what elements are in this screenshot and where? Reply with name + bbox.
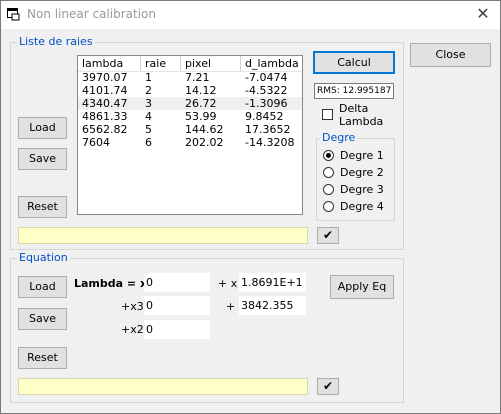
x2-label: +x2 bbox=[121, 323, 144, 336]
cell-lambda: 6562.82 bbox=[82, 123, 128, 136]
cell-pixel: 144.62 bbox=[185, 123, 224, 136]
delta-lambda-checkbox[interactable] bbox=[322, 109, 333, 120]
liste-reset-button[interactable]: Reset bbox=[18, 196, 67, 218]
cell-lambda: 4861.33 bbox=[82, 110, 128, 123]
equation-load-button[interactable]: Load bbox=[18, 276, 67, 298]
degre-4-label: Degre 4 bbox=[340, 200, 384, 213]
column-header-d-lambda[interactable]: d_lambda bbox=[241, 56, 302, 71]
cell-raie: 2 bbox=[145, 84, 152, 97]
degre-2-radio[interactable] bbox=[323, 167, 334, 178]
x4-label: Lambda = x4 bbox=[74, 277, 155, 290]
liste-apply-check-button[interactable]: ✔ bbox=[317, 227, 339, 244]
cell-pixel: 53.99 bbox=[185, 110, 217, 123]
cell-d-lambda: -1.3096 bbox=[245, 97, 288, 110]
cell-lambda: 7604 bbox=[82, 136, 110, 149]
constant-label: + bbox=[226, 300, 236, 313]
cell-pixel: 7.21 bbox=[185, 71, 210, 84]
cell-d-lambda: -4.5322 bbox=[245, 84, 288, 97]
close-button[interactable]: Close bbox=[410, 43, 491, 67]
cell-d-lambda: 9.8452 bbox=[245, 110, 284, 123]
title-bar: Non linear calibration ✕ bbox=[1, 1, 500, 29]
x3-label: +x3 bbox=[121, 300, 144, 313]
cell-pixel: 202.02 bbox=[185, 136, 224, 149]
cell-raie: 6 bbox=[145, 136, 152, 149]
degre-4-radio[interactable] bbox=[323, 201, 334, 212]
liste-status-field bbox=[18, 227, 308, 244]
cell-d-lambda: 17.3652 bbox=[245, 123, 291, 136]
cell-pixel: 14.12 bbox=[185, 84, 217, 97]
degre-legend: Degre bbox=[320, 131, 358, 144]
constant-input[interactable] bbox=[239, 296, 306, 315]
raies-table[interactable]: lambda raie pixel d_lambda 3970.07 1 7.2… bbox=[77, 55, 303, 215]
table-header: lambda raie pixel d_lambda bbox=[78, 56, 302, 72]
degre-3-radio[interactable] bbox=[323, 184, 334, 195]
degre-1-radio[interactable] bbox=[323, 150, 334, 161]
cell-pixel: 26.72 bbox=[185, 97, 217, 110]
apply-eq-button[interactable]: Apply Eq bbox=[330, 275, 394, 299]
table-row[interactable]: 4340.47 3 26.72 -1.3096 bbox=[78, 97, 302, 110]
calcul-button[interactable]: Calcul bbox=[313, 51, 395, 74]
rms-readout: RMS: 12.995187 bbox=[314, 83, 394, 99]
cell-raie: 4 bbox=[145, 110, 152, 123]
calibration-window: Non linear calibration ✕ Liste de raies … bbox=[0, 0, 501, 414]
column-header-pixel[interactable]: pixel bbox=[181, 56, 241, 71]
equation-legend: Equation bbox=[17, 251, 70, 264]
equation-reset-button[interactable]: Reset bbox=[18, 347, 67, 369]
column-header-lambda[interactable]: lambda bbox=[78, 56, 141, 71]
delta-lambda-label-line2: Lambda bbox=[339, 115, 384, 128]
liste-de-raies-legend: Liste de raies bbox=[17, 35, 95, 48]
liste-load-button[interactable]: Load bbox=[18, 117, 67, 139]
x4-coefficient-input[interactable] bbox=[144, 273, 210, 292]
degre-3-label: Degre 3 bbox=[340, 183, 384, 196]
cell-d-lambda: -14.3208 bbox=[245, 136, 295, 149]
equation-save-button[interactable]: Save bbox=[18, 308, 67, 330]
cell-raie: 1 bbox=[145, 71, 152, 84]
cell-d-lambda: -7.0474 bbox=[245, 71, 288, 84]
table-row[interactable]: 4861.33 4 53.99 9.8452 bbox=[78, 110, 302, 123]
degre-2-label: Degre 2 bbox=[340, 166, 384, 179]
equation-apply-check-button[interactable]: ✔ bbox=[317, 378, 339, 395]
window-title: Non linear calibration bbox=[27, 7, 157, 21]
cell-lambda: 4340.47 bbox=[82, 97, 128, 110]
x2-coefficient-input[interactable] bbox=[144, 320, 210, 339]
cell-raie: 3 bbox=[145, 97, 152, 110]
cell-lambda: 3970.07 bbox=[82, 71, 128, 84]
app-icon bbox=[7, 8, 20, 21]
window-close-icon[interactable]: ✕ bbox=[472, 4, 494, 24]
table-row[interactable]: 3970.07 1 7.21 -7.0474 bbox=[78, 71, 302, 84]
x3-coefficient-input[interactable] bbox=[144, 296, 210, 315]
delta-lambda-label-line1: Delta bbox=[339, 102, 369, 115]
table-row[interactable]: 4101.74 2 14.12 -4.5322 bbox=[78, 84, 302, 97]
cell-raie: 5 bbox=[145, 123, 152, 136]
x-label: + x bbox=[218, 277, 238, 290]
liste-save-button[interactable]: Save bbox=[18, 148, 67, 170]
table-row[interactable]: 6562.82 5 144.62 17.3652 bbox=[78, 123, 302, 136]
cell-lambda: 4101.74 bbox=[82, 84, 128, 97]
column-header-raie[interactable]: raie bbox=[141, 56, 181, 71]
x-coefficient-input[interactable] bbox=[239, 273, 306, 292]
equation-status-field bbox=[18, 378, 308, 395]
table-row[interactable]: 7604 6 202.02 -14.3208 bbox=[78, 136, 302, 149]
degre-1-label: Degre 1 bbox=[340, 149, 384, 162]
